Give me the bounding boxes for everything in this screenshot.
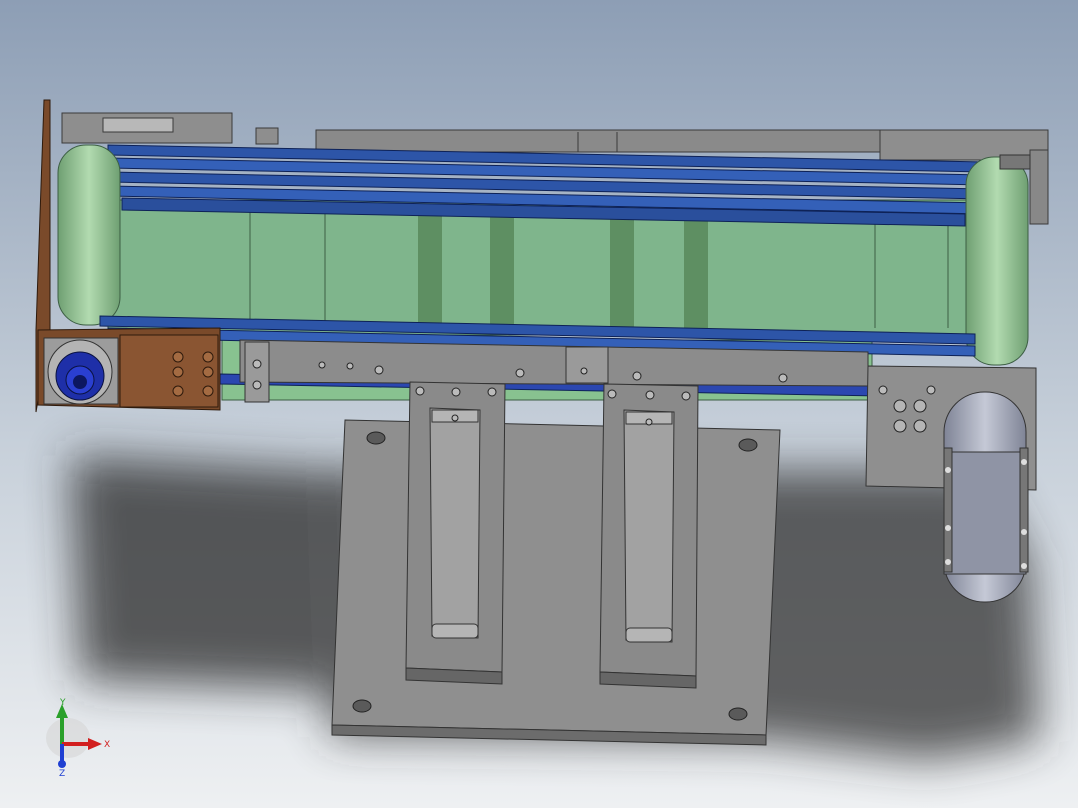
x-axis-label: X (104, 740, 110, 750)
right-support-leg (599, 383, 699, 689)
left-support-leg (405, 381, 506, 685)
left-end-bracket (37, 327, 221, 411)
conveyor-assembly-model[interactable] (0, 0, 1078, 808)
left-roller (57, 144, 121, 326)
z-axis-label: Z (59, 769, 65, 776)
drive-motor (943, 391, 1029, 603)
triad-sphere (46, 718, 90, 758)
z-axis-tip (58, 760, 66, 768)
cad-graphics-viewport[interactable]: Y X Z (0, 0, 1078, 808)
coordinate-triad: Y X Z (46, 698, 110, 776)
x-axis-arrowhead (88, 738, 102, 750)
y-axis-label: Y (59, 698, 66, 708)
base-plate (331, 419, 781, 746)
right-roller (965, 154, 1031, 366)
